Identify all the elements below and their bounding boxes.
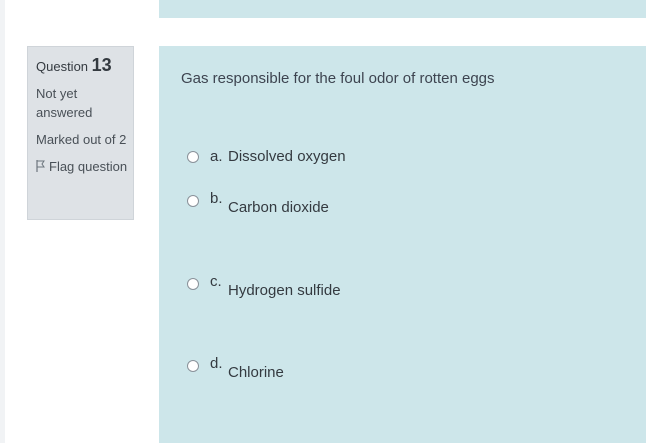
question-grade: Marked out of 2 <box>36 132 127 147</box>
question-info-panel: Question 13 Not yet answered Marked out … <box>27 46 134 220</box>
radio-unchecked-icon[interactable] <box>187 195 199 207</box>
radio-unchecked-icon[interactable] <box>187 360 199 372</box>
radio-unchecked-icon[interactable] <box>187 278 199 290</box>
question-number: Question 13 <box>36 55 133 76</box>
option-letter: c. <box>210 273 222 290</box>
option-label: Carbon dioxide <box>228 199 329 216</box>
previous-question-content <box>159 0 646 18</box>
page-left-rail <box>0 0 5 443</box>
option-label: Chlorine <box>228 364 284 381</box>
question-state: Not yet answered <box>36 86 93 120</box>
question-content: Gas responsible for the foul odor of rot… <box>159 46 646 443</box>
question-label: Question <box>36 59 89 74</box>
flag-question-label: Flag question <box>49 159 128 174</box>
option-letter: b. <box>210 190 223 207</box>
flag-icon <box>36 160 45 172</box>
flag-question-link[interactable]: Flag question <box>36 157 133 176</box>
option-letter: a. <box>210 148 223 165</box>
option-label: Dissolved oxygen <box>228 148 346 165</box>
question-number-value: 13 <box>91 55 112 75</box>
option-label: Hydrogen sulfide <box>228 282 341 299</box>
question-text: Gas responsible for the foul odor of rot… <box>181 70 495 87</box>
radio-unchecked-icon[interactable] <box>187 151 199 163</box>
option-letter: d. <box>210 355 223 372</box>
